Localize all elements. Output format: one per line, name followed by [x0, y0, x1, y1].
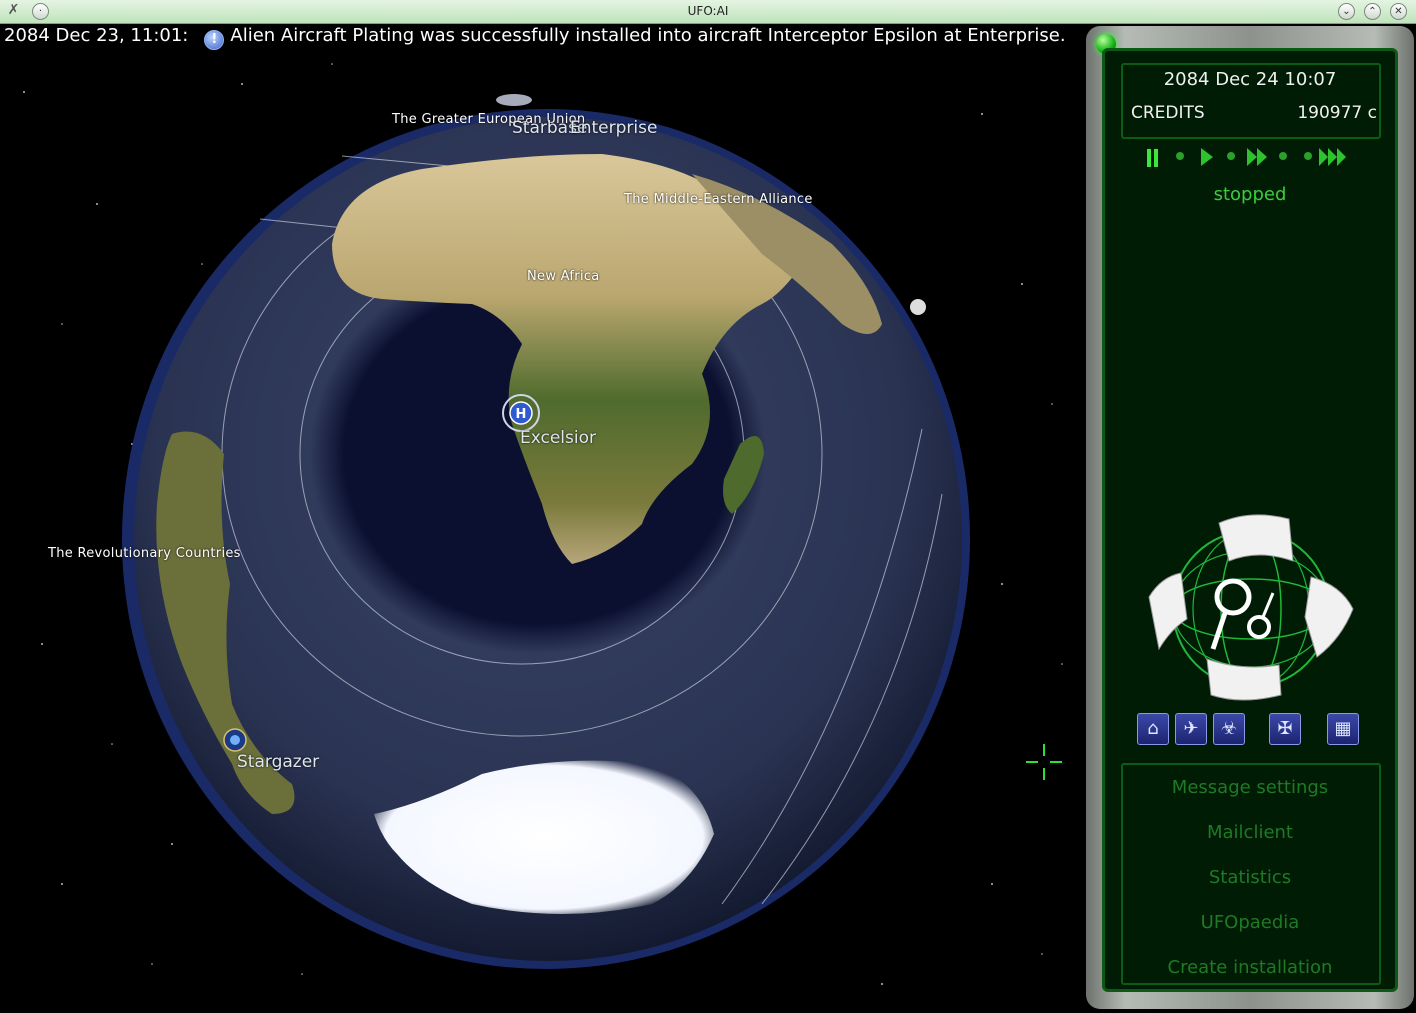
- fast-forward-button[interactable]: [1247, 148, 1267, 166]
- aircraft-icon[interactable]: ✈: [1175, 713, 1207, 745]
- window-titlebar: ✗ · UFO:AI ⌄ ⌃ ✕: [0, 0, 1416, 24]
- game-viewport[interactable]: H The Greater European Union Starbase En…: [2, 24, 1414, 1011]
- time-status: stopped: [1213, 184, 1287, 205]
- message-timestamp: 2084 Dec 23, 11:01:: [4, 25, 189, 46]
- minimize-button[interactable]: ⌄: [1338, 3, 1355, 20]
- pause-button[interactable]: [1147, 149, 1158, 167]
- mailclient-button[interactable]: Mailclient: [1105, 822, 1395, 843]
- close-button[interactable]: ✕: [1390, 3, 1407, 20]
- moon-object: [910, 299, 926, 315]
- ufopaedia-button[interactable]: UFOpaedia: [1105, 912, 1395, 933]
- message-line: 2084 Dec 23, 11:01:! Alien Aircraft Plati…: [4, 24, 1066, 50]
- base-label-excelsior[interactable]: Excelsior: [520, 428, 596, 448]
- side-panel-content: 2084 Dec 24 10:07 CREDITS 190977 c stopp…: [1102, 48, 1398, 992]
- create-installation-button[interactable]: Create installation: [1105, 957, 1395, 978]
- message-text: Alien Aircraft Plating was successfully …: [230, 25, 1066, 46]
- info-icon: !: [204, 30, 225, 50]
- region-label-africa: New Africa: [527, 269, 600, 284]
- statistics-button[interactable]: Statistics: [1105, 867, 1395, 888]
- installation-icon[interactable]: ✠: [1269, 713, 1301, 745]
- crosshair-icon: [1026, 744, 1062, 780]
- time-controls: [1147, 148, 1346, 167]
- base-marker-stargazer: [223, 728, 247, 752]
- speed-indicator-3: [1279, 152, 1287, 160]
- region-label-americas: The Revolutionary Countries: [48, 546, 241, 561]
- base-label-stargazer[interactable]: Stargazer: [237, 752, 319, 772]
- speed-indicator-2: [1227, 152, 1235, 160]
- credits-value: 190977 c: [1297, 103, 1377, 123]
- biohazard-icon[interactable]: ☣: [1213, 713, 1245, 745]
- base-icon[interactable]: ⌂: [1137, 713, 1169, 745]
- side-panel: 2084 Dec 24 10:07 CREDITS 190977 c stopp…: [1086, 26, 1414, 1009]
- play-button[interactable]: [1201, 148, 1213, 166]
- base-marker-enterprise: [496, 94, 532, 106]
- fastest-forward-button[interactable]: [1319, 148, 1346, 166]
- base-icon-row: ⌂ ✈ ☣ ✠ ▦: [1137, 713, 1373, 747]
- overview-grid-icon[interactable]: ▦: [1327, 713, 1359, 745]
- message-settings-button[interactable]: Message settings: [1105, 777, 1395, 798]
- game-date: 2084 Dec 24 10:07: [1163, 69, 1337, 90]
- svg-text:H: H: [516, 407, 527, 422]
- ufo-emblem-icon: [1148, 514, 1354, 701]
- window-title: UFO:AI: [687, 4, 729, 18]
- base-label-enterprise[interactable]: Enterprise: [570, 118, 657, 138]
- region-label-middle-east: The Middle-Eastern Alliance: [624, 192, 813, 207]
- geoscape-globe[interactable]: H: [2, 24, 1082, 1011]
- speed-indicator-1: [1176, 152, 1184, 160]
- speed-indicator-4: [1304, 152, 1312, 160]
- credits-label: CREDITS: [1131, 103, 1205, 123]
- maximize-button[interactable]: ⌃: [1364, 3, 1381, 20]
